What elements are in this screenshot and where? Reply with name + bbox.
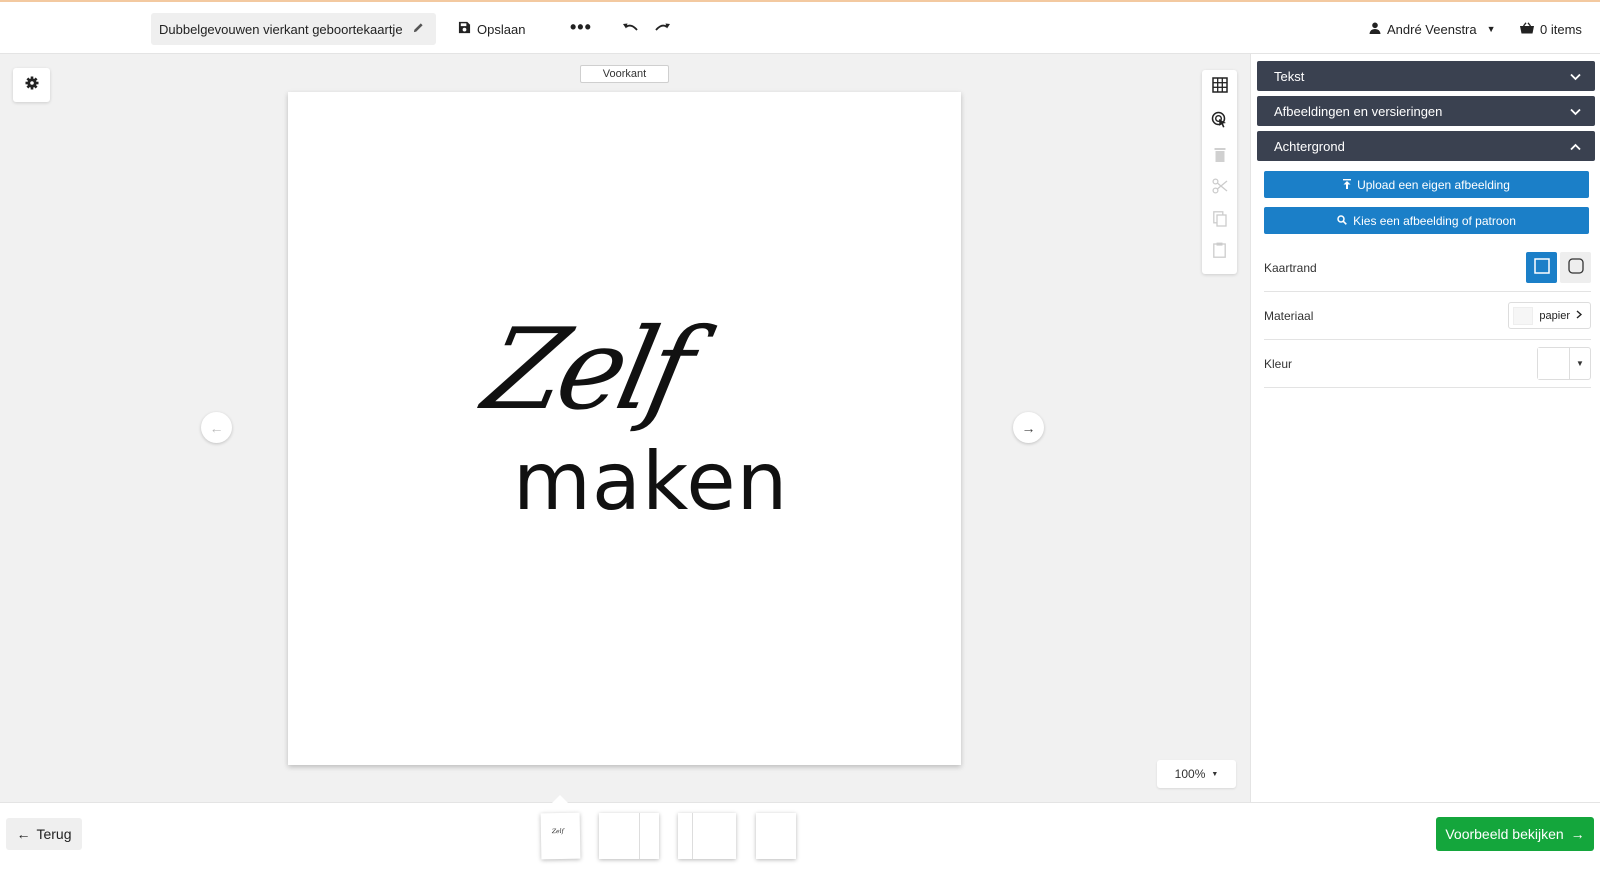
square-corner-option[interactable] — [1526, 252, 1557, 283]
scissors-icon — [1211, 177, 1228, 199]
zoom-dropdown[interactable]: 100% ▼ — [1157, 760, 1236, 788]
rounded-corner-icon — [1567, 258, 1584, 277]
caret-down-icon: ▼ — [1211, 770, 1219, 778]
basket-icon — [1520, 21, 1534, 37]
next-page-button[interactable]: → — [1013, 412, 1044, 443]
fold-line — [692, 813, 693, 859]
save-button-label: Opslaan — [477, 21, 526, 37]
material-label: Materiaal — [1264, 308, 1314, 323]
paste-button[interactable] — [1202, 237, 1237, 267]
preview-button[interactable]: Voorbeeld bekijken → — [1436, 817, 1594, 851]
redo-icon — [654, 22, 671, 37]
section-achtergrond-header[interactable]: Achtergrond — [1257, 131, 1595, 161]
card-border-options — [1526, 252, 1591, 283]
thumbnail-inside-right[interactable] — [678, 813, 736, 859]
search-icon — [1337, 214, 1347, 228]
more-options-icon: ••• — [570, 16, 592, 37]
card-text-block[interactable]: Zelf maken — [288, 92, 961, 765]
edit-pencil-icon[interactable] — [413, 22, 424, 36]
material-row: Materiaal papier — [1264, 292, 1591, 340]
thumbnail-back[interactable] — [756, 813, 796, 859]
cart-count: 0 items — [1540, 21, 1582, 37]
chevron-down-icon — [1570, 104, 1581, 119]
section-afbeeldingen-header[interactable]: Afbeeldingen en versieringen — [1257, 96, 1595, 126]
gear-icon — [25, 76, 39, 95]
copy-icon — [1212, 210, 1227, 232]
document-title-text: Dubbelgevouwen vierkant geboortekaartje — [159, 21, 403, 37]
undo-icon — [622, 22, 639, 37]
tool-strip — [1202, 70, 1237, 274]
chevron-up-icon — [1570, 139, 1581, 154]
choose-image-label: Kies een afbeelding of patroon — [1353, 213, 1516, 228]
card-canvas[interactable]: Zelf maken — [288, 92, 961, 765]
upload-icon — [1343, 178, 1352, 192]
card-sans-text[interactable]: maken — [513, 442, 788, 522]
section-afbeeldingen-label: Afbeeldingen en versieringen — [1274, 103, 1443, 119]
settings-button[interactable] — [13, 68, 50, 102]
arrow-right-icon: → — [1570, 826, 1585, 842]
copy-button[interactable] — [1202, 206, 1237, 236]
redo-button[interactable] — [654, 16, 671, 42]
arrow-left-icon: ← — [16, 826, 31, 842]
thumbnail-front-text: Zelf — [551, 827, 564, 836]
fold-line — [639, 813, 640, 859]
undo-button[interactable] — [622, 16, 639, 42]
delete-button[interactable] — [1202, 142, 1237, 172]
grid-icon — [1211, 76, 1228, 98]
upload-image-label: Upload een eigen afbeelding — [1357, 177, 1510, 192]
thumbnail-inside-left[interactable] — [599, 813, 659, 859]
clipboard-icon — [1213, 242, 1226, 263]
color-picker[interactable]: ▼ — [1537, 347, 1591, 380]
arrow-left-icon: ← — [209, 419, 224, 436]
thumbnail-pointer — [552, 795, 568, 803]
chevron-down-icon — [1570, 69, 1581, 84]
section-achtergrond-label: Achtergrond — [1274, 138, 1345, 154]
preview-button-label: Voorbeeld bekijken — [1445, 826, 1564, 842]
rounded-corner-option[interactable] — [1560, 252, 1591, 283]
previous-page-button[interactable]: ← — [201, 412, 232, 443]
cart-button[interactable]: 0 items — [1520, 16, 1582, 42]
card-side-label: Voorkant — [580, 65, 669, 83]
color-label: Kleur — [1264, 356, 1293, 371]
cut-button[interactable] — [1202, 173, 1237, 203]
back-button[interactable]: ← Terug — [6, 818, 82, 850]
card-border-row: Kaartrand — [1264, 244, 1591, 292]
back-button-label: Terug — [36, 826, 72, 842]
section-tekst-header[interactable]: Tekst — [1257, 61, 1595, 91]
user-name: André Veenstra — [1387, 21, 1477, 37]
card-border-label: Kaartrand — [1264, 260, 1317, 275]
material-selector[interactable]: papier — [1508, 302, 1591, 329]
zoom-level: 100% — [1174, 767, 1206, 781]
chevron-down-icon: ▼ — [1486, 24, 1496, 34]
chevron-right-icon — [1576, 309, 1583, 322]
square-corner-icon — [1533, 258, 1550, 277]
properties-panel: Tekst Afbeeldingen en versieringen Achte… — [1250, 54, 1600, 802]
thumbnail-front[interactable]: Zelf — [540, 812, 581, 860]
user-menu[interactable]: André Veenstra ▼ — [1369, 16, 1496, 42]
arrow-right-icon: → — [1021, 419, 1036, 436]
select-tool-button[interactable] — [1202, 107, 1237, 137]
more-options-button[interactable]: ••• — [570, 14, 592, 40]
top-bar: Dubbelgevouwen vierkant geboortekaartje … — [0, 0, 1600, 54]
trash-icon — [1214, 147, 1226, 167]
touch-select-icon — [1211, 111, 1228, 133]
bottom-bar: ← Terug Zelf Voorbeeld bekijken → — [0, 795, 1600, 870]
material-swatch — [1513, 306, 1534, 325]
caret-down-icon: ▼ — [1576, 359, 1584, 368]
user-icon — [1369, 22, 1381, 37]
upload-image-button[interactable]: Upload een eigen afbeelding — [1264, 171, 1589, 198]
color-swatch — [1538, 348, 1570, 379]
save-button[interactable]: Opslaan — [458, 16, 525, 42]
document-title[interactable]: Dubbelgevouwen vierkant geboortekaartje — [151, 13, 436, 45]
color-row: Kleur ▼ — [1264, 340, 1591, 388]
grid-tool-button[interactable] — [1202, 72, 1237, 102]
material-value: papier — [1539, 309, 1570, 322]
save-icon — [458, 21, 471, 37]
card-script-text[interactable]: Zelf — [474, 305, 699, 435]
choose-image-button[interactable]: Kies een afbeelding of patroon — [1264, 207, 1589, 234]
section-tekst-label: Tekst — [1274, 68, 1305, 84]
